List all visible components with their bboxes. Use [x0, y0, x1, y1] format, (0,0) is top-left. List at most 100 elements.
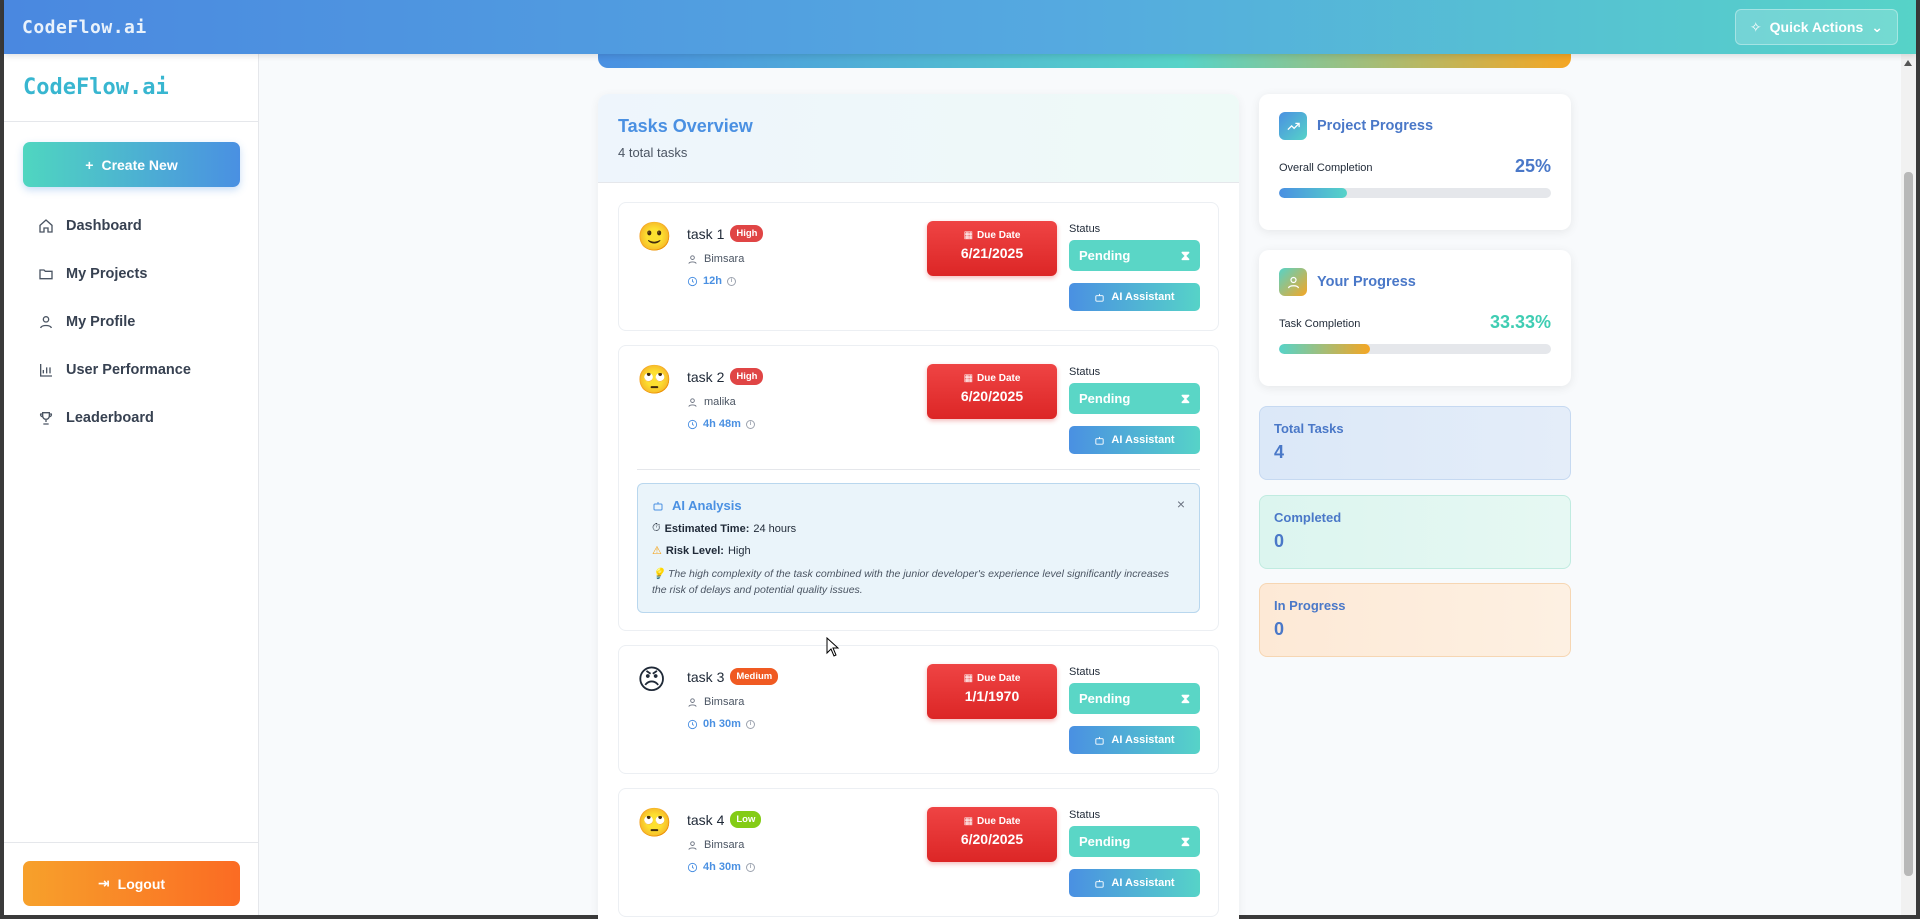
stopwatch-icon: ⏱ — [652, 522, 661, 534]
sidebar-item-user-performance[interactable]: User Performance — [4, 346, 259, 394]
info-icon[interactable]: i — [745, 719, 755, 729]
robot-icon — [653, 501, 663, 510]
sidebar-item-my-profile[interactable]: My Profile — [4, 298, 259, 346]
status-value: Pending — [1079, 834, 1131, 849]
task-assignee: Bimsara — [687, 696, 744, 708]
hourglass-icon: ⧗ — [1180, 690, 1190, 706]
ai-assistant-button[interactable]: AI Assistant — [1069, 869, 1200, 897]
app-brand[interactable]: CodeFlow.ai — [22, 17, 147, 38]
close-icon[interactable]: × — [1177, 496, 1185, 512]
bar-chart-icon — [40, 364, 52, 377]
ai-assistant-label: AI Assistant — [1111, 877, 1175, 889]
sidebar-brand[interactable]: CodeFlow.ai — [4, 54, 258, 122]
logout-icon: ⇥ — [97, 875, 110, 891]
status-select[interactable]: Pending ⧗ — [1069, 240, 1200, 271]
due-date-value: 6/20/2025 — [960, 388, 1024, 404]
time-estimate: 4h 30m — [703, 861, 741, 873]
ai-assistant-button[interactable]: AI Assistant — [1069, 726, 1200, 754]
your-progress-card: Your Progress Task Completion 33.33% — [1259, 250, 1571, 386]
assignee-name: Bimsara — [704, 839, 745, 851]
vertical-scrollbar[interactable] — [1901, 54, 1916, 915]
mood-emoji: 😠 — [637, 664, 667, 695]
due-date-value: 1/1/1970 — [964, 688, 1020, 704]
time-estimate: 4h 48m — [703, 418, 741, 430]
status-select[interactable]: Pending ⧗ — [1069, 826, 1200, 857]
sparkle-icon: ✧ — [1749, 18, 1762, 35]
sidebar-item-leaderboard[interactable]: Leaderboard — [4, 394, 259, 442]
scroll-up-arrow-icon[interactable] — [1904, 60, 1912, 66]
sidebar-item-label: User Performance — [66, 362, 191, 378]
logout-button[interactable]: ⇥ Logout — [23, 861, 240, 906]
task-title: task 3 Medium — [687, 668, 779, 685]
status-select[interactable]: Pending ⧗ — [1069, 683, 1200, 714]
priority-badge: High — [730, 225, 764, 242]
your-progress-fill — [1279, 344, 1370, 354]
stat-total-tasks: Total Tasks 4 — [1259, 406, 1571, 480]
sidebar-nav: Dashboard My Projects My Profile User Pe… — [4, 202, 259, 442]
stat-label: Completed — [1274, 510, 1342, 525]
priority-badge: High — [730, 368, 764, 385]
sidebar-divider — [4, 842, 259, 843]
header-banner — [598, 54, 1571, 68]
logout-label: Logout — [117, 875, 166, 892]
ai-assistant-label: AI Assistant — [1111, 291, 1175, 303]
status-value: Pending — [1079, 391, 1131, 406]
stat-value: 4 — [1274, 442, 1285, 462]
due-date-badge: ▦ Due Date 6/20/2025 — [927, 807, 1057, 862]
sidebar: CodeFlow.ai + Create New Dashboard My Pr… — [4, 54, 259, 915]
top-bar: CodeFlow.ai ✧ Quick Actions ⌄ — [4, 0, 1916, 54]
quick-actions-button[interactable]: ✧ Quick Actions ⌄ — [1734, 9, 1898, 45]
priority-badge: Low — [730, 811, 762, 828]
task-card[interactable]: 🙄 task 2 High malika 4h 48m i ▦ Due Date … — [618, 345, 1219, 631]
stat-label: In Progress — [1274, 598, 1346, 613]
assignee-name: Bimsara — [704, 696, 745, 708]
status-select[interactable]: Pending ⧗ — [1069, 383, 1200, 414]
trophy-icon — [39, 412, 53, 425]
ai-analysis-panel: AI Analysis × ⏱ Estimated Time: 24 hours… — [637, 483, 1200, 613]
warning-icon: ⚠ — [652, 545, 662, 557]
scrollbar-thumb[interactable] — [1904, 172, 1913, 876]
time-estimate: 0h 30m — [703, 718, 741, 730]
task-name: task 4 — [687, 811, 725, 828]
due-date-label: Due Date — [977, 816, 1021, 827]
priority-badge: Medium — [730, 668, 779, 685]
task-completion-label: Task Completion — [1279, 318, 1361, 330]
ai-analysis-title: AI Analysis — [672, 498, 742, 513]
user-icon — [688, 840, 697, 850]
status-label: Status — [1069, 223, 1101, 235]
task-assignee: Bimsara — [687, 253, 744, 265]
info-icon[interactable]: i — [726, 276, 736, 286]
estimated-time-row: ⏱ Estimated Time: 24 hours — [652, 522, 1185, 535]
analysis-note-text: The high complexity of the task combined… — [652, 568, 1170, 596]
sidebar-item-label: Leaderboard — [66, 410, 154, 426]
create-new-label: Create New — [101, 156, 178, 173]
stat-completed: Completed 0 — [1259, 495, 1571, 569]
sidebar-item-my-projects[interactable]: My Projects — [4, 250, 259, 298]
mood-emoji: 🙄 — [637, 364, 672, 395]
status-label: Status — [1069, 366, 1101, 378]
calendar-icon: ▦ — [963, 230, 974, 241]
sidebar-item-label: My Profile — [66, 314, 136, 330]
stat-value: 0 — [1274, 531, 1285, 551]
user-icon — [688, 254, 697, 264]
task-completion-value: 33.33% — [1489, 312, 1551, 332]
estimated-time-label: Estimated Time: — [664, 522, 750, 535]
ai-assistant-button[interactable]: AI Assistant — [1069, 283, 1200, 311]
task-assignee: Bimsara — [687, 839, 744, 851]
task-card[interactable]: 😠 task 3 Medium Bimsara 0h 30m i ▦ Due Da… — [618, 645, 1219, 774]
tasks-overview-card: Tasks Overview 4 total tasks 🙂 task 1 Hi… — [598, 94, 1239, 919]
project-progress-bar — [1279, 188, 1551, 198]
tasks-title: Tasks Overview — [618, 116, 753, 136]
ai-assistant-button[interactable]: AI Assistant — [1069, 426, 1200, 454]
tasks-header: Tasks Overview 4 total tasks — [598, 94, 1239, 183]
sidebar-item-dashboard[interactable]: Dashboard — [4, 202, 259, 250]
task-card[interactable]: 🙄 task 4 Low Bimsara 4h 30m i ▦ Due Date … — [618, 788, 1219, 917]
task-card[interactable]: 🙂 task 1 High Bimsara 12h i ▦ Due Date 6/… — [618, 202, 1219, 331]
create-new-button[interactable]: + Create New — [23, 142, 240, 187]
info-icon[interactable]: i — [745, 862, 755, 872]
stat-in-progress: In Progress 0 — [1259, 583, 1571, 657]
task-title: task 4 Low — [687, 811, 762, 828]
due-date-value: 6/21/2025 — [960, 245, 1024, 261]
risk-level-row: ⚠ Risk Level: High — [652, 544, 1185, 558]
info-icon[interactable]: i — [745, 419, 755, 429]
